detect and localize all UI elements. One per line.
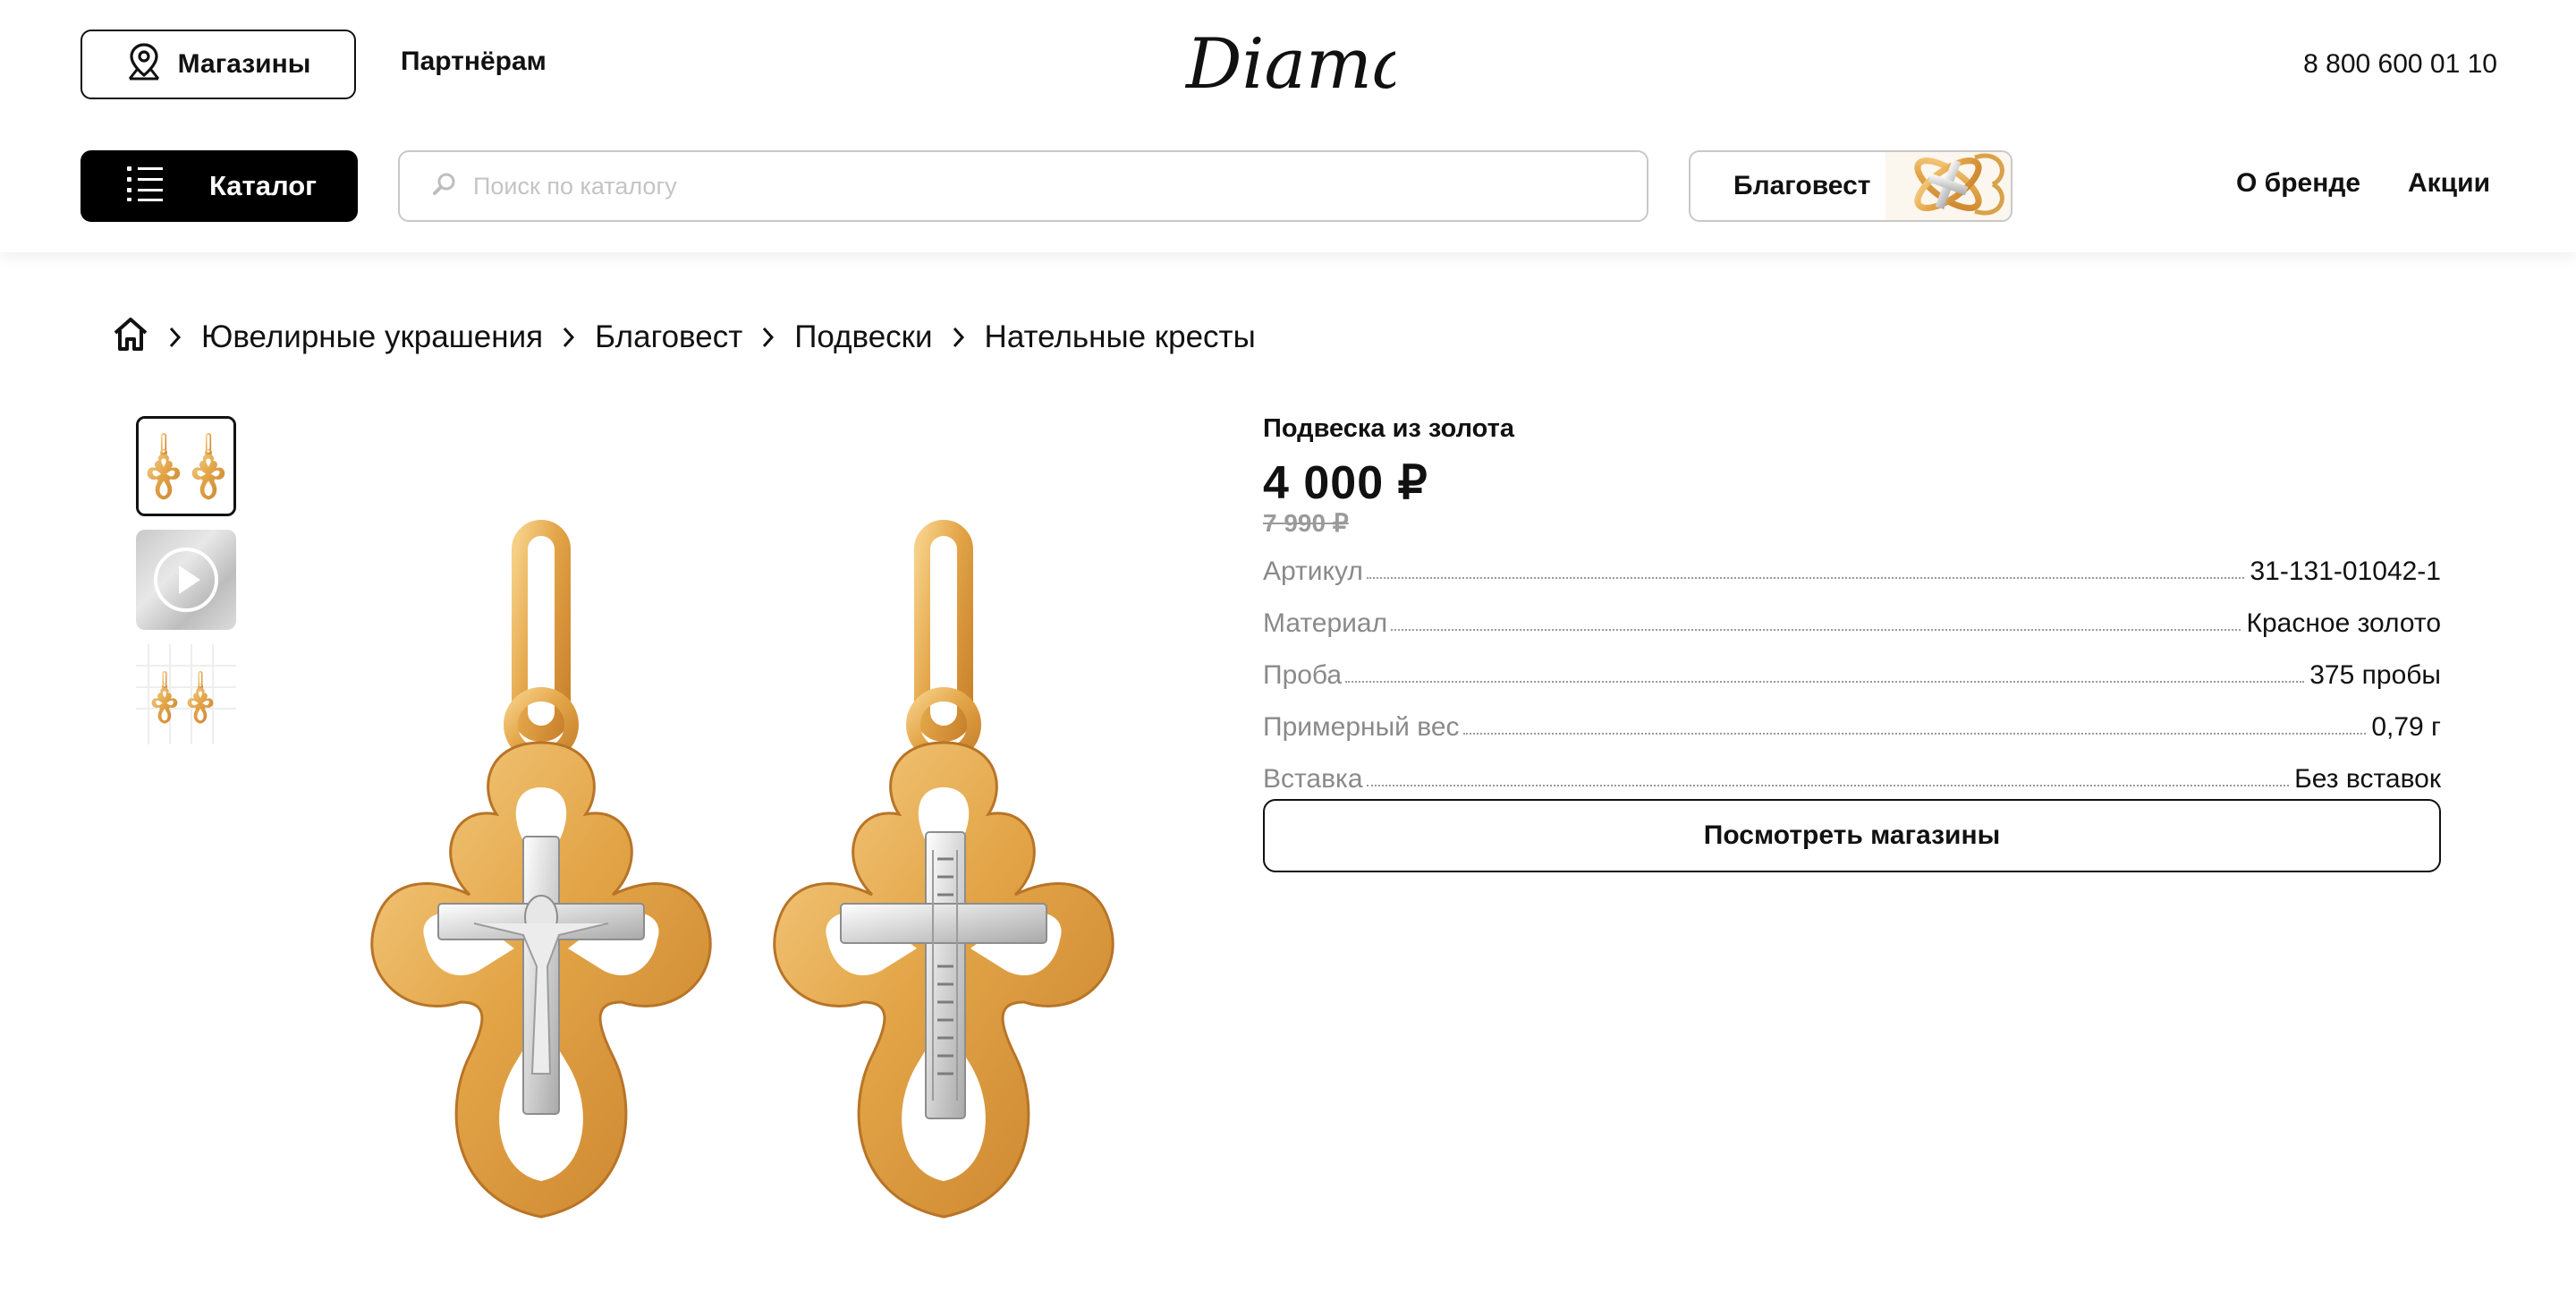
search-bar[interactable] <box>398 150 1648 222</box>
search-input[interactable] <box>471 171 1548 201</box>
spec-key: Проба <box>1263 660 1343 690</box>
menu-list-icon <box>125 163 165 209</box>
spec-value: Красное золото <box>2246 608 2441 638</box>
chevron-right-icon <box>933 326 985 349</box>
breadcrumb-item-current: Нательные кресты <box>984 319 1256 354</box>
product-price: 4 000 ₽ <box>1263 457 1428 509</box>
spec-dots <box>1345 681 2305 683</box>
catalog-button[interactable]: Каталог <box>80 150 358 222</box>
nav-about-brand[interactable]: О бренде <box>2236 168 2360 199</box>
chevron-right-icon <box>543 326 595 349</box>
breadcrumb-item[interactable]: Благовест <box>595 319 742 355</box>
phone-number[interactable]: 8 800 600 01 10 <box>2290 49 2497 80</box>
brand-chip-image <box>1885 152 2011 220</box>
breadcrumb: Ювелирные украшения Благовест Подвески Н… <box>112 315 1256 360</box>
spec-key: Вставка <box>1263 764 1363 794</box>
spec-row-insert: Вставка Без вставок <box>1263 743 2441 795</box>
spec-dots <box>1462 733 2367 735</box>
product-specs: Артикул 31-131-01042-1 Материал Красное … <box>1263 535 2441 795</box>
site-header: Магазины Партнёрам Diamant 8 800 600 01 … <box>0 0 2576 252</box>
spec-key: Артикул <box>1263 557 1363 586</box>
partners-link[interactable]: Партнёрам <box>401 47 547 77</box>
diamant-logo[interactable]: Diamant <box>1181 16 1487 106</box>
spec-key: Примерный вес <box>1263 712 1460 742</box>
spec-key: Материал <box>1263 608 1388 638</box>
brand-chip-blagovest[interactable]: Благовест <box>1689 150 2012 222</box>
chevron-right-icon <box>742 326 794 349</box>
spec-row-article: Артикул 31-131-01042-1 <box>1263 535 2441 587</box>
logo-text: Diamant <box>1184 24 1395 105</box>
play-icon <box>154 548 218 612</box>
thumbnail-photo-1[interactable] <box>136 416 236 516</box>
spec-value: 0,79 г <box>2371 712 2441 742</box>
home-icon[interactable] <box>112 316 149 360</box>
product-old-price: 7 990 ₽ <box>1263 509 1349 537</box>
product-main-image[interactable] <box>340 519 1145 1235</box>
spec-value: Без вставок <box>2294 764 2441 794</box>
spec-dots <box>1366 785 2290 786</box>
product-title: Подвеска из золота <box>1263 414 1514 443</box>
spec-row-fineness: Проба 375 пробы <box>1263 639 2441 691</box>
spec-row-weight: Примерный вес 0,79 г <box>1263 691 2441 743</box>
breadcrumb-item[interactable]: Подвески <box>794 319 932 355</box>
search-icon <box>432 172 457 201</box>
brand-chip-label: Благовест <box>1733 171 1871 200</box>
thumbnail-photo-2[interactable] <box>136 644 236 744</box>
spec-value: 375 пробы <box>2309 660 2441 690</box>
view-stores-button[interactable]: Посмотреть магазины <box>1263 799 2441 872</box>
catalog-label: Каталог <box>209 170 318 201</box>
chevron-right-icon <box>149 326 201 349</box>
map-pin-icon <box>126 41 162 88</box>
cross-front-image <box>372 528 710 1217</box>
stores-label: Магазины <box>177 49 311 79</box>
stores-button[interactable]: Магазины <box>80 30 356 99</box>
cross-back-image <box>775 528 1113 1217</box>
nav-sales[interactable]: Акции <box>2408 168 2490 199</box>
spec-row-material: Материал Красное золото <box>1263 587 2441 639</box>
spec-value: 31-131-01042-1 <box>2250 557 2441 586</box>
spec-dots <box>1391 629 2241 631</box>
thumbnail-video[interactable] <box>136 530 236 630</box>
breadcrumb-item[interactable]: Ювелирные украшения <box>201 319 543 355</box>
spec-dots <box>1366 577 2245 579</box>
